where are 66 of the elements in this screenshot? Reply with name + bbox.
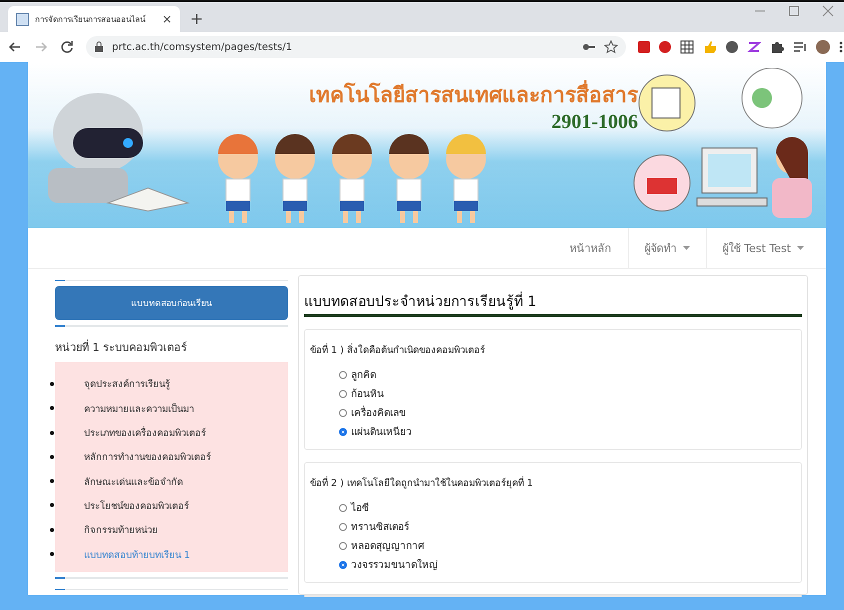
radio-button[interactable]	[339, 542, 347, 550]
nav-link[interactable]: ผู้ใช้ Test Test	[706, 228, 820, 268]
option-label[interactable]: แผ่นดินเหนียว	[351, 424, 412, 439]
address-bar[interactable]: prtc.ac.th/comsystem/pages/tests/1	[86, 36, 626, 58]
option-label[interactable]: ก้อนหิน	[351, 386, 384, 401]
pretest-button[interactable]: แบบทดสอบก่อนเรียน	[55, 286, 288, 320]
option-label[interactable]: หลอดสุญญากาศ	[351, 538, 424, 553]
option-label[interactable]: ลูกคิด	[351, 367, 376, 382]
bullet-icon	[50, 430, 54, 435]
new-tab-button[interactable]: +	[190, 9, 204, 28]
option-label[interactable]: เครื่องคิดเลข	[351, 405, 406, 420]
option-label[interactable]: วงจรรวมขนาดใหญ่	[351, 557, 438, 572]
lesson-link[interactable]: ลักษณะเด่นและข้อจำกัด	[84, 474, 183, 489]
lock-icon	[94, 41, 104, 53]
option-label[interactable]: ทรานซิสเตอร์	[351, 519, 409, 534]
profile-avatar[interactable]	[816, 40, 830, 54]
puzzle-icon[interactable]	[770, 40, 784, 54]
maximize-icon[interactable]	[788, 5, 800, 17]
playlist-icon[interactable]	[793, 40, 807, 54]
question-text: ข้อที่ 1 ) สิ่งใดคือต้นกำเนิดของคอมพิวเตอร์	[310, 342, 486, 357]
banner-title: เทคโนโลยีสารสนเทศและการสื่อสาร	[309, 79, 638, 109]
close-tab-button[interactable]: ×	[162, 12, 172, 26]
url-text: prtc.ac.th/comsystem/pages/tests/1	[112, 42, 292, 52]
lesson-link[interactable]: กิจกรรมท้ายหน่วย	[84, 522, 158, 538]
caret-icon	[797, 246, 804, 250]
option-label[interactable]: ไอซี	[351, 500, 369, 515]
lesson-link[interactable]: ประเภทของเครื่องคอมพิวเตอร์	[84, 425, 206, 440]
extension-icon[interactable]	[747, 40, 761, 54]
nav-link[interactable]: ผู้จัดทำ	[628, 228, 706, 268]
quiz-title: แบบทดสอบประจำหน่วยการเรียนรู้ที่ 1	[304, 290, 802, 317]
caret-icon	[682, 246, 690, 250]
back-icon[interactable]	[8, 40, 22, 54]
bullet-icon	[50, 382, 54, 386]
radio-button[interactable]	[339, 370, 347, 378]
grid-icon[interactable]	[680, 40, 694, 54]
unit-title: หน่วยที่ 1 ระบบคอมพิวเตอร์	[55, 338, 188, 356]
nav-link[interactable]: หน้าหลัก	[554, 228, 628, 268]
lesson-link[interactable]: ความหมายและความเป็นมา	[84, 400, 194, 416]
browser-tab[interactable]: การจัดการเรียนการสอนออนไลน์ ×	[8, 6, 180, 32]
extension-icon[interactable]	[726, 41, 738, 53]
course-code: 2901-1006	[551, 111, 638, 134]
star-icon[interactable]	[604, 40, 618, 54]
lesson-link[interactable]: หลักการทำงานของคอมพิวเตอร์	[84, 449, 211, 464]
tab-title: การจัดการเรียนการสอนออนไลน์	[35, 14, 146, 26]
bullet-icon	[50, 552, 54, 556]
lesson-link[interactable]: ประโยชน์ของคอมพิวเตอร์	[84, 498, 189, 513]
radio-button[interactable]	[339, 428, 347, 436]
radio-button[interactable]	[339, 504, 347, 512]
extension-icon[interactable]	[659, 41, 671, 53]
bullet-icon	[50, 454, 54, 459]
question-text: ข้อที่ 2 ) เทคโนโลยีใดถูกนำมาใช้ในคอมพิวเตอร์ยุคที่ 1	[310, 475, 534, 490]
radio-button[interactable]	[339, 522, 347, 530]
radio-button[interactable]	[339, 390, 347, 398]
bullet-icon	[50, 479, 54, 484]
menu-icon[interactable]	[839, 40, 843, 54]
lesson-link[interactable]: จุดประสงค์การเรียนรู้	[84, 376, 170, 392]
close-icon[interactable]	[822, 5, 834, 17]
key-icon[interactable]	[582, 41, 596, 53]
page-icon	[16, 12, 29, 26]
bullet-icon	[50, 528, 54, 532]
bullet-icon	[50, 406, 54, 410]
bullet-icon	[50, 503, 54, 508]
thumbs-up-icon[interactable]	[703, 40, 717, 54]
radio-button[interactable]	[339, 408, 347, 416]
reload-icon[interactable]	[60, 40, 74, 54]
radio-button[interactable]	[339, 560, 347, 568]
